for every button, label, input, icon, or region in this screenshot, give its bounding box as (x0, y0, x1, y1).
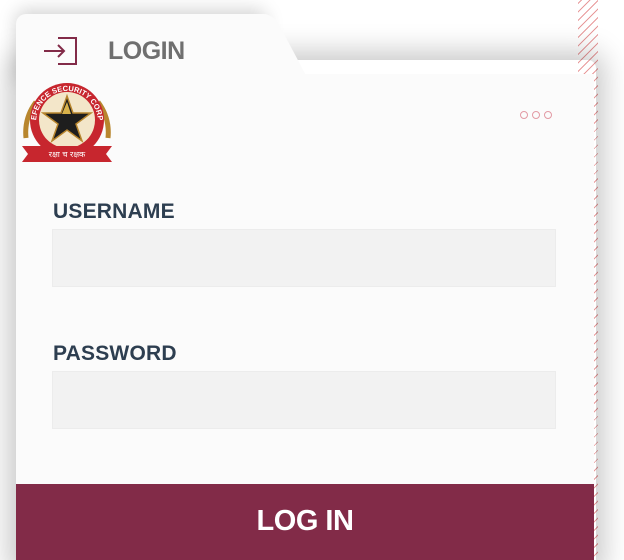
password-input[interactable] (52, 371, 556, 429)
emblem-logo: DEFENCE SECURITY CORPS रक्षा च रक्षक (18, 78, 112, 162)
login-button[interactable]: LOG IN (16, 484, 594, 560)
dot-icon (520, 111, 528, 119)
tab-label: LOGIN (108, 36, 185, 65)
more-options-button[interactable] (520, 111, 552, 119)
username-input[interactable] (52, 229, 556, 287)
username-label: USERNAME (53, 200, 175, 223)
sign-in-icon (44, 37, 77, 65)
logo-ribbon-text: रक्षा च रक्षक (49, 150, 86, 159)
dot-icon (544, 111, 552, 119)
dot-icon (532, 111, 540, 119)
login-panel: DEFENCE SECURITY CORPS रक्षा च रक्षक USE… (16, 74, 594, 560)
password-label: PASSWORD (53, 342, 177, 365)
